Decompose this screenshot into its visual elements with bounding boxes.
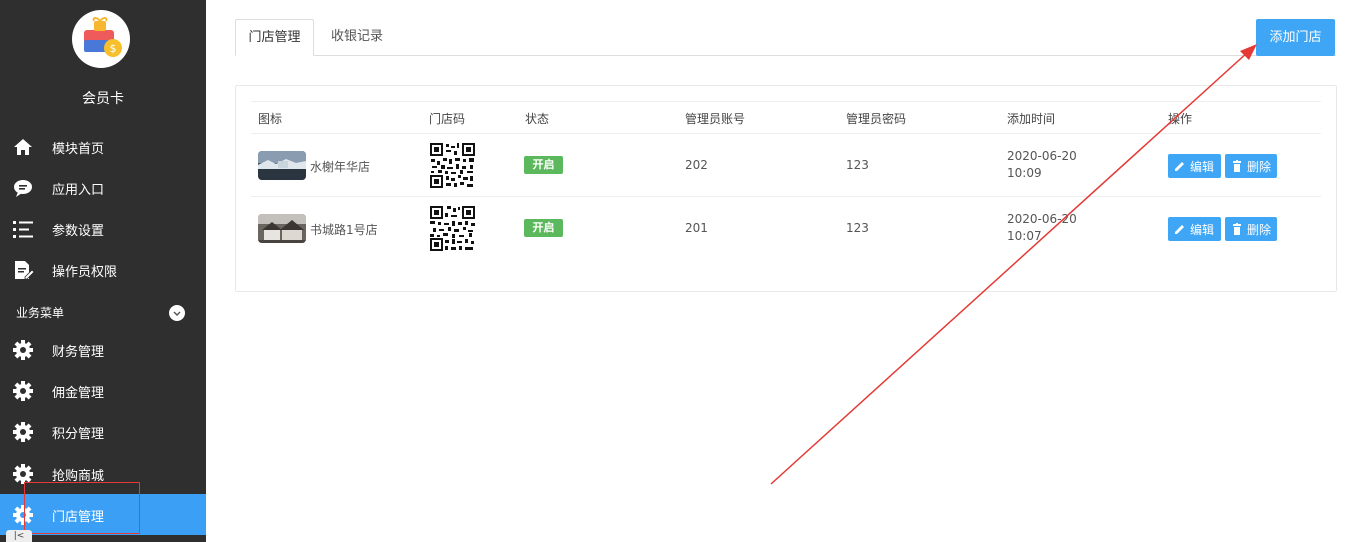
business-menu-title: 业务菜单 [16, 306, 65, 320]
column-header-status: 状态 [525, 112, 550, 126]
store-thumbnail [258, 151, 306, 180]
edit-label: 编辑 [1190, 159, 1215, 174]
sidebar: $ 会员卡 模块首页 应用入口 参数设置 操作员权限 业务菜单 财务管理 佣金管… [0, 0, 206, 542]
added-time: 2020-06-20 10:09 [1007, 148, 1087, 182]
add-store-button[interactable]: 添加门店 [1256, 19, 1335, 56]
added-clock: 10:07 [1007, 229, 1042, 243]
gear-icon [12, 380, 34, 402]
store-name: 书城路1号店 [310, 223, 378, 237]
store-table-panel: 图标 门店码 状态 管理员账号 管理员密码 添加时间 操作 水榭年华店 开启 2… [235, 85, 1337, 292]
sidebar-item-points[interactable]: 积分管理 [0, 411, 206, 452]
collapse-sidebar-icon[interactable]: |< [6, 530, 32, 542]
delete-button[interactable]: 删除 [1225, 154, 1277, 178]
sidebar-item-label: 佣金管理 [52, 386, 105, 401]
delete-button[interactable]: 删除 [1225, 217, 1277, 241]
app-name: 会员卡 [82, 91, 124, 107]
svg-text:$: $ [110, 42, 117, 55]
added-clock: 10:09 [1007, 166, 1042, 180]
table-row: 水榭年华店 开启 202 123 2020-06-20 10:09 编辑 删除 [251, 134, 1321, 197]
tab-cashier-records[interactable]: 收银记录 [317, 19, 397, 56]
gear-icon [12, 421, 34, 443]
sidebar-item-finance[interactable]: 财务管理 [0, 329, 206, 370]
sidebar-item-app-entry[interactable]: 应用入口 [0, 167, 206, 208]
app-logo: $ [72, 10, 130, 68]
status-badge: 开启 [524, 219, 563, 237]
added-date: 2020-06-20 [1007, 149, 1077, 163]
added-date: 2020-06-20 [1007, 212, 1077, 226]
column-header-icon: 图标 [258, 112, 283, 126]
pencil-icon [1175, 162, 1184, 171]
sidebar-item-label: 模块首页 [52, 142, 105, 157]
sidebar-item-commission[interactable]: 佣金管理 [0, 370, 206, 411]
sidebar-item-operator-permissions[interactable]: 操作员权限 [0, 249, 206, 290]
edit-button[interactable]: 编辑 [1168, 154, 1221, 178]
admin-password: 123 [846, 158, 869, 172]
sidebar-item-settings[interactable]: 参数设置 [0, 208, 206, 249]
column-header-actions: 操作 [1168, 112, 1193, 126]
admin-password: 123 [846, 221, 869, 235]
tab-store-management[interactable]: 门店管理 [235, 19, 314, 56]
admin-account: 202 [685, 158, 708, 172]
edit-label: 编辑 [1190, 222, 1215, 237]
sidebar-item-label: 参数设置 [52, 224, 105, 239]
table-header: 图标 门店码 状态 管理员账号 管理员密码 添加时间 操作 [251, 101, 1321, 134]
trash-icon [1233, 160, 1241, 172]
status-badge: 开启 [524, 156, 563, 174]
store-qr-code [429, 205, 476, 252]
delete-label: 删除 [1247, 159, 1272, 174]
sidebar-item-label: 应用入口 [52, 183, 105, 198]
chevron-down-icon[interactable] [169, 305, 185, 321]
added-time: 2020-06-20 10:07 [1007, 211, 1087, 245]
edit-button[interactable]: 编辑 [1168, 217, 1221, 241]
sidebar-item-label: 操作员权限 [52, 265, 118, 280]
column-header-store-code: 门店码 [429, 112, 466, 126]
sidebar-item-label: 财务管理 [52, 345, 105, 360]
chat-bubble-icon [12, 177, 34, 199]
gear-icon [12, 339, 34, 361]
tab-bar: 门店管理 收银记录 [235, 19, 1336, 56]
trash-icon [1233, 223, 1241, 235]
column-header-admin-account: 管理员账号 [685, 112, 746, 126]
annotation-highlight-box [24, 482, 140, 534]
column-header-admin-password: 管理员密码 [846, 112, 907, 126]
table-row: 书城路1号店 开启 201 123 2020-06-20 10:07 编辑 删除 [251, 197, 1321, 260]
pencil-icon [1175, 225, 1184, 234]
sidebar-item-home[interactable]: 模块首页 [0, 126, 206, 167]
list-icon [12, 218, 34, 240]
delete-label: 删除 [1247, 222, 1272, 237]
column-header-added-time: 添加时间 [1007, 112, 1056, 126]
store-name: 水榭年华店 [310, 160, 371, 174]
store-thumbnail [258, 214, 306, 243]
home-icon [12, 136, 34, 158]
sidebar-item-label: 积分管理 [52, 427, 105, 442]
document-edit-icon [12, 259, 35, 281]
store-qr-code [429, 142, 476, 189]
admin-account: 201 [685, 221, 708, 235]
